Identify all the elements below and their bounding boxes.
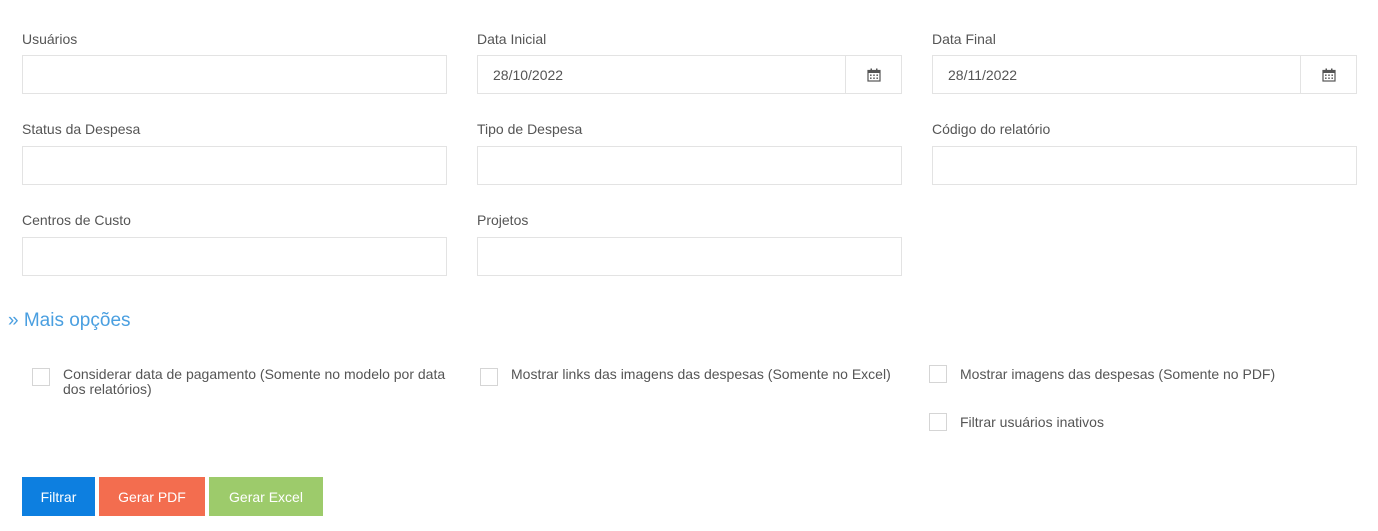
data-final-calendar-button[interactable]	[1300, 56, 1356, 93]
centros-custo-label: Centros de Custo	[22, 212, 131, 228]
option-links-imagens: Mostrar links das imagens das despesas (…	[480, 367, 900, 386]
imagens-pdf-label: Mostrar imagens das despesas (Somente no…	[960, 366, 1276, 382]
gerar-pdf-button[interactable]: Gerar PDF	[99, 477, 205, 516]
option-data-pagamento: Considerar data de pagamento (Somente no…	[32, 367, 452, 397]
gerar-excel-button[interactable]: Gerar Excel	[209, 477, 323, 516]
tipo-despesa-input[interactable]	[477, 146, 902, 185]
option-imagens-pdf: Mostrar imagens das despesas (Somente no…	[929, 364, 1349, 383]
usuarios-inativos-checkbox[interactable]	[929, 413, 947, 431]
imagens-pdf-checkbox[interactable]	[929, 365, 947, 383]
option-usuarios-inativos: Filtrar usuários inativos	[929, 412, 1349, 431]
data-final-input[interactable]	[933, 56, 1300, 93]
data-pagamento-checkbox[interactable]	[32, 368, 50, 386]
usuarios-label: Usuários	[22, 31, 78, 47]
codigo-relatorio-label: Código do relatório	[932, 121, 1051, 137]
projetos-label: Projetos	[477, 212, 529, 228]
tipo-despesa-label: Tipo de Despesa	[477, 121, 583, 137]
status-despesa-label: Status da Despesa	[22, 121, 141, 137]
data-inicial-group	[477, 55, 902, 94]
filtrar-button[interactable]: Filtrar	[22, 477, 95, 516]
data-inicial-input[interactable]	[478, 56, 845, 93]
data-inicial-label: Data Inicial	[477, 31, 547, 47]
data-inicial-calendar-button[interactable]	[845, 56, 901, 93]
data-final-label: Data Final	[932, 31, 996, 47]
mais-opcoes-link[interactable]: » Mais opções	[8, 310, 131, 332]
calendar-icon	[1321, 68, 1336, 82]
links-imagens-checkbox[interactable]	[480, 368, 498, 386]
usuarios-inativos-label: Filtrar usuários inativos	[960, 414, 1104, 430]
data-final-group	[932, 55, 1357, 94]
data-pagamento-label: Considerar data de pagamento (Somente no…	[63, 366, 446, 397]
projetos-input[interactable]	[477, 237, 902, 276]
centros-custo-input[interactable]	[22, 237, 447, 276]
status-despesa-input[interactable]	[22, 146, 447, 185]
usuarios-input[interactable]	[22, 55, 447, 94]
codigo-relatorio-input[interactable]	[932, 146, 1357, 185]
calendar-icon	[866, 68, 881, 82]
links-imagens-label: Mostrar links das imagens das despesas (…	[511, 366, 891, 382]
